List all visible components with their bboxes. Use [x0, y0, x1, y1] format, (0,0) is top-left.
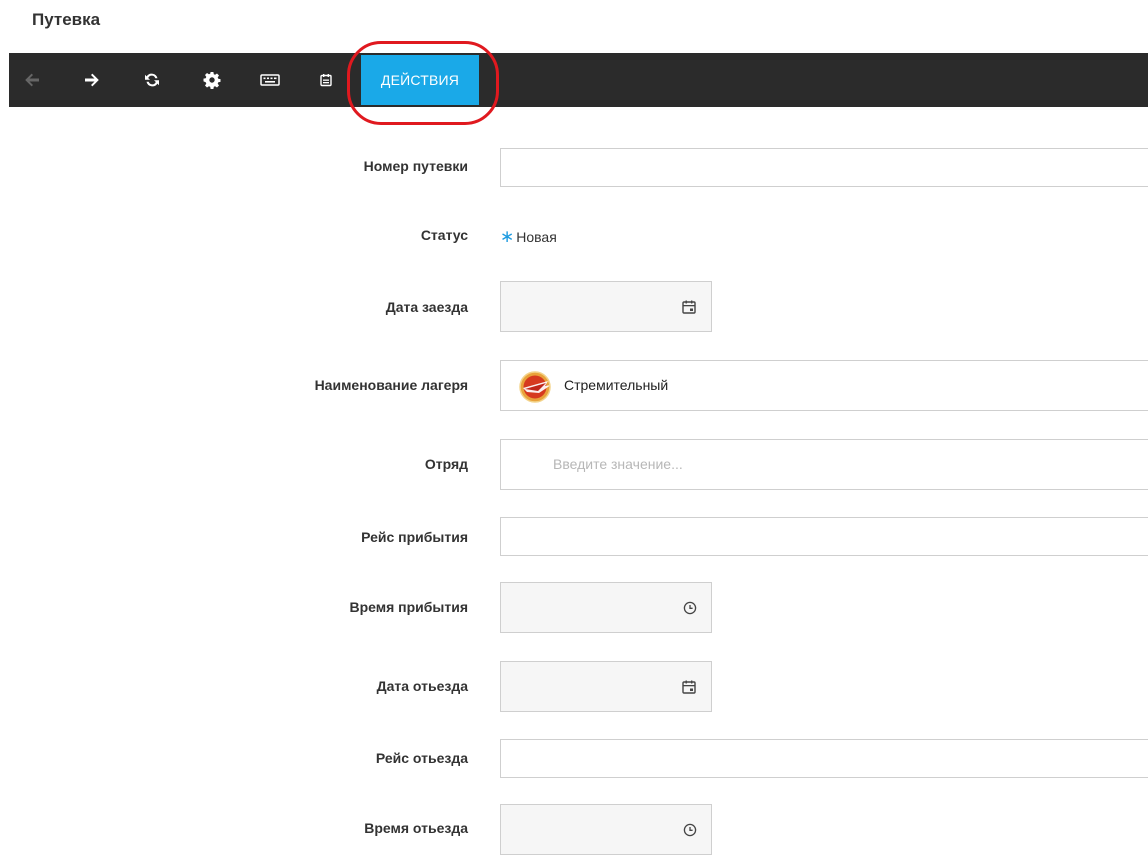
- forward-button[interactable]: [77, 53, 107, 107]
- arrival-time-label: Время прибытия: [349, 599, 468, 615]
- squad-label: Отряд: [424, 456, 468, 472]
- toolbar: ДЕЙСТВИЯ: [9, 53, 1148, 107]
- keyboard-button[interactable]: [255, 53, 285, 107]
- departure-flight-label: Рейс отьезда: [375, 750, 468, 766]
- camp-name-value: Стремительный: [564, 377, 669, 393]
- arrival-date-label: Дата заезда: [385, 299, 468, 315]
- arrow-left-icon: [25, 73, 39, 87]
- departure-time-label: Время отьезда: [364, 820, 468, 836]
- calendar-icon[interactable]: [681, 679, 697, 695]
- gear-icon: [203, 72, 221, 89]
- voucher-number-input[interactable]: [500, 148, 1148, 187]
- camp-name-field[interactable]: Стремительный: [500, 360, 1148, 411]
- back-button[interactable]: [17, 53, 47, 107]
- asterisk-icon: ∗: [500, 227, 515, 246]
- departure-date-label: Дата отьезда: [376, 678, 468, 694]
- arrival-time-input[interactable]: [500, 582, 712, 633]
- status-value: ∗ Новая: [500, 228, 557, 245]
- squad-input[interactable]: Введите значение...: [500, 439, 1148, 490]
- settings-button[interactable]: [197, 53, 227, 107]
- departure-date-input[interactable]: [500, 661, 712, 712]
- status-text: Новая: [516, 228, 557, 245]
- refresh-button[interactable]: [137, 53, 167, 107]
- calendar-icon[interactable]: [681, 299, 697, 315]
- squad-placeholder: Введите значение...: [553, 456, 683, 472]
- departure-time-input[interactable]: [500, 804, 712, 855]
- keyboard-icon: [260, 74, 280, 86]
- status-label: Статус: [420, 227, 468, 243]
- voucher-number-label: Номер путевки: [363, 158, 468, 174]
- arrival-flight-input[interactable]: [500, 517, 1148, 556]
- clock-icon[interactable]: [683, 601, 697, 615]
- calendar-button[interactable]: [311, 53, 341, 107]
- camp-logo: [519, 371, 551, 403]
- arrival-date-input[interactable]: [500, 281, 712, 332]
- departure-flight-input[interactable]: [500, 739, 1148, 778]
- actions-button[interactable]: ДЕЙСТВИЯ: [361, 55, 479, 105]
- refresh-icon: [145, 73, 159, 87]
- camp-name-label: Наименование лагеря: [314, 377, 468, 393]
- arrival-flight-label: Рейс прибытия: [361, 529, 468, 545]
- calendar-icon: [320, 74, 332, 87]
- arrow-right-icon: [85, 73, 99, 87]
- clock-icon[interactable]: [683, 823, 697, 837]
- page-title: Путевка: [32, 10, 101, 29]
